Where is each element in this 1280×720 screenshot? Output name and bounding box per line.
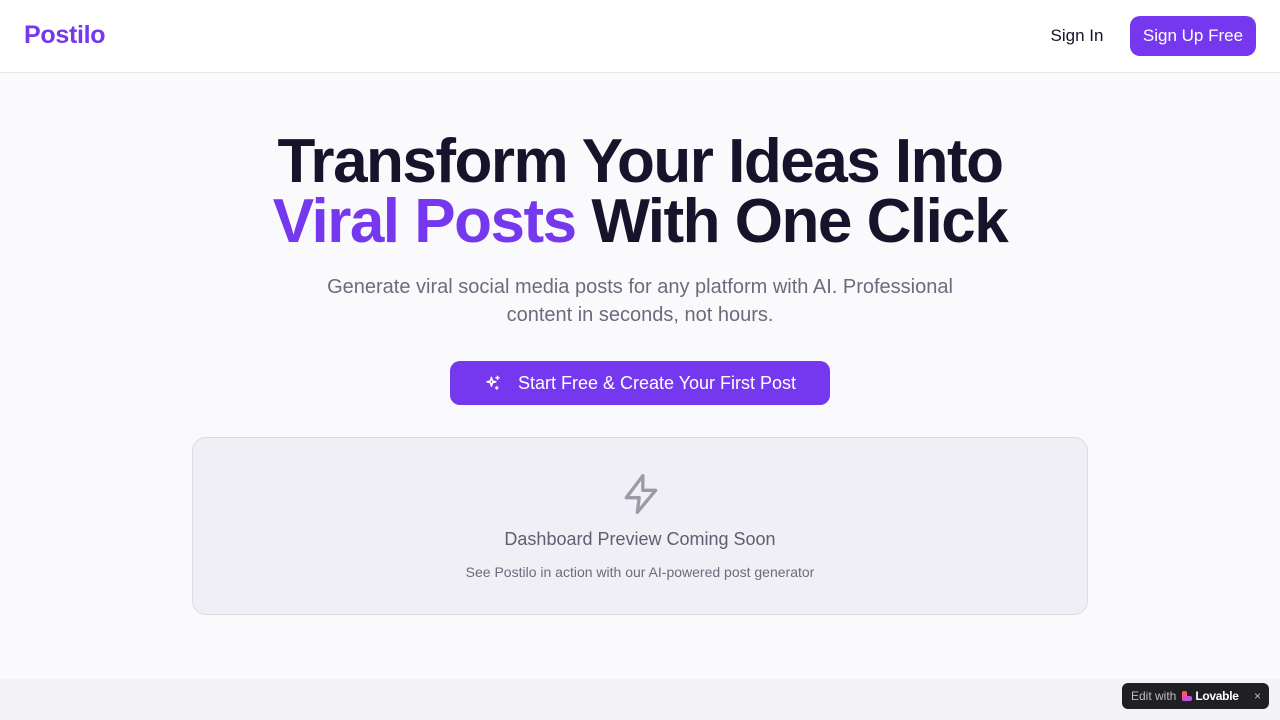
preview-subtitle: See Postilo in action with our AI-powere…	[465, 564, 815, 580]
hero-title-accent: Viral Posts	[272, 187, 577, 256]
site-header: Postilo Sign In Sign Up Free	[0, 0, 1280, 73]
edit-with-label: Edit with	[1131, 689, 1177, 703]
sign-in-button[interactable]: Sign In	[1040, 24, 1114, 48]
hero-subtitle: Generate viral social media posts for an…	[327, 276, 953, 326]
hero-title-line1: Transform Your Ideas Into	[277, 127, 1004, 196]
start-free-label: Start Free & Create Your First Post	[517, 372, 797, 393]
edit-with-lovable-badge[interactable]: Edit with Lovable ×	[1122, 683, 1269, 709]
close-icon[interactable]: ×	[1254, 688, 1261, 704]
logo[interactable]: Postilo	[24, 21, 106, 50]
preview-title: Dashboard Preview Coming Soon	[504, 529, 776, 549]
hero-title-rest: With One Click	[575, 187, 1008, 256]
next-section	[0, 679, 1280, 720]
bolt-icon	[624, 474, 658, 514]
sign-up-button[interactable]: Sign Up Free	[1130, 16, 1256, 56]
lovable-logo-icon	[1182, 691, 1193, 701]
sparkle-icon	[486, 375, 500, 390]
hero-title: Transform Your Ideas Into Viral Posts Wi…	[0, 131, 1280, 253]
start-free-button[interactable]: Start Free & Create Your First Post	[450, 361, 830, 405]
dashboard-preview: Dashboard Preview Coming Soon See Postil…	[192, 437, 1088, 615]
lovable-brand: Lovable	[1195, 689, 1239, 703]
